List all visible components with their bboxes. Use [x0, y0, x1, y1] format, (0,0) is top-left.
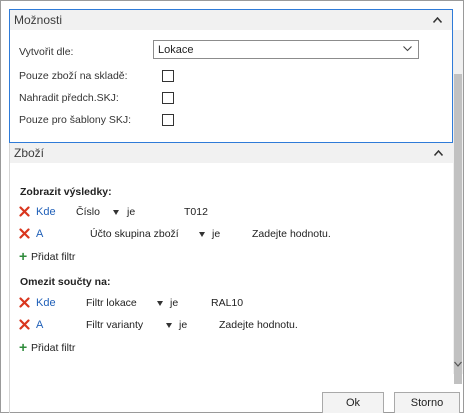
- filter-operator: je: [179, 319, 188, 331]
- remove-filter-icon[interactable]: [19, 206, 30, 217]
- caret-down-icon[interactable]: [113, 210, 119, 215]
- filter-field[interactable]: Číslo: [76, 206, 100, 218]
- plus-icon: +: [19, 339, 28, 355]
- filter-operator: je: [212, 228, 221, 240]
- add-filter-label: Přidat filtr: [31, 342, 76, 354]
- filter-conjunction: A: [36, 319, 44, 331]
- filter-field[interactable]: Filtr varianty: [86, 319, 143, 331]
- only-stock-label: Pouze zboží na skladě:: [19, 70, 128, 82]
- create-by-label: Vytvořit dle:: [19, 46, 74, 58]
- caret-down-icon[interactable]: [199, 232, 205, 237]
- options-header[interactable]: Možnosti: [10, 10, 452, 30]
- plus-icon: +: [19, 248, 28, 264]
- scrollbar-thumb[interactable]: [454, 74, 462, 384]
- only-stock-checkbox[interactable]: [162, 70, 174, 82]
- add-filter-label: Přidat filtr: [31, 251, 76, 263]
- create-by-value: Lokace: [158, 44, 194, 56]
- filter-field[interactable]: Účto skupina zboží: [90, 228, 179, 240]
- show-results-heading: Zobrazit výsledky:: [20, 186, 112, 198]
- limit-totals-heading: Omezit součty na:: [20, 276, 111, 288]
- goods-title: Zboží: [14, 146, 45, 160]
- replace-prev-label: Nahradit předch.SKJ:: [19, 92, 119, 104]
- remove-filter-icon[interactable]: [19, 319, 30, 330]
- filter-row: Kde Číslo je T012: [19, 205, 439, 221]
- options-title: Možnosti: [14, 13, 63, 27]
- filter-conjunction: A: [36, 228, 44, 240]
- replace-prev-checkbox[interactable]: [162, 92, 174, 104]
- filter-row: Kde Filtr lokace je RAL10: [19, 296, 439, 312]
- filter-row: A Filtr varianty je Zadejte hodnotu.: [19, 318, 439, 334]
- chevron-up-icon[interactable]: [432, 15, 443, 25]
- scroll-down-icon[interactable]: [453, 360, 463, 372]
- filter-operator: je: [127, 206, 136, 218]
- ok-button[interactable]: Ok: [322, 392, 384, 413]
- remove-filter-icon[interactable]: [19, 297, 30, 308]
- vertical-scrollbar[interactable]: [453, 30, 463, 384]
- chevron-up-icon[interactable]: [433, 148, 444, 158]
- filter-value[interactable]: T012: [184, 206, 208, 218]
- caret-down-icon[interactable]: [166, 323, 172, 328]
- filter-operator: je: [170, 297, 179, 309]
- goods-header[interactable]: Zboží: [10, 143, 453, 163]
- caret-down-icon[interactable]: [157, 301, 163, 306]
- chevron-down-icon: [403, 44, 412, 53]
- filter-field[interactable]: Filtr lokace: [86, 297, 137, 309]
- filter-value-placeholder[interactable]: Zadejte hodnotu.: [252, 228, 331, 240]
- remove-filter-icon[interactable]: [19, 228, 30, 239]
- filter-conjunction: Kde: [36, 297, 56, 309]
- filter-value-placeholder[interactable]: Zadejte hodnotu.: [219, 319, 298, 331]
- only-templates-checkbox[interactable]: [162, 114, 174, 126]
- only-templates-label: Pouze pro šablony SKJ:: [19, 114, 132, 126]
- cancel-button[interactable]: Storno: [394, 392, 460, 413]
- filter-value[interactable]: RAL10: [211, 297, 243, 309]
- create-by-select[interactable]: Lokace: [153, 40, 419, 59]
- filter-conjunction: Kde: [36, 206, 56, 218]
- filter-row: A Účto skupina zboží je Zadejte hodnotu.: [19, 227, 439, 243]
